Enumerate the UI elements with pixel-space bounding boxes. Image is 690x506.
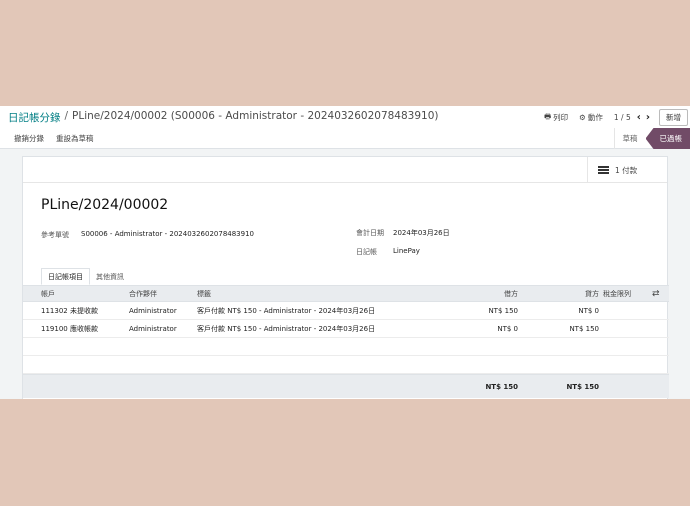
cell-debit: NT$ 0 bbox=[497, 325, 518, 333]
total-credit: NT$ 150 bbox=[566, 383, 599, 391]
journal-label: 日記帳 bbox=[356, 248, 377, 256]
header-account[interactable]: 帳戶 bbox=[41, 286, 55, 302]
cell-account: 119100 應收帳款 bbox=[41, 325, 98, 333]
form-view: 日記帳分錄 / PLine/2024/00002 (S00006 - Admin… bbox=[0, 106, 690, 399]
action-button[interactable]: ⚙ 動作 bbox=[579, 112, 603, 123]
reference-label: 參考單號 bbox=[41, 231, 69, 239]
accounting-date-value: 2024年03月26日 bbox=[393, 229, 450, 237]
print-label: 列印 bbox=[553, 112, 569, 122]
notebook-tabs: 日記帳項目 其他資訊 bbox=[41, 268, 130, 285]
gear-icon: ⚙ bbox=[579, 112, 586, 122]
form-sheet: 1 付款 PLine/2024/00002 參考單號 S00006 - Admi… bbox=[22, 156, 669, 399]
printer-icon: 🖶 bbox=[544, 111, 552, 121]
cell-credit: NT$ 150 bbox=[569, 325, 599, 333]
header-tax-grid[interactable]: 稅金限列 bbox=[603, 286, 631, 302]
reference-value: S00006 - Administrator - 202403260207848… bbox=[81, 230, 255, 238]
print-button[interactable]: 🖶 列印 bbox=[544, 111, 568, 124]
header-credit[interactable]: 貸方 bbox=[521, 286, 599, 302]
status-posted[interactable]: 已過帳 bbox=[645, 128, 690, 149]
tab-journal-items[interactable]: 日記帳項目 bbox=[41, 268, 90, 285]
cell-label: 客戶付款 NT$ 150 - Administrator - 2024年03月2… bbox=[197, 307, 376, 315]
header-partner[interactable]: 合作夥伴 bbox=[129, 286, 157, 302]
cell-credit: NT$ 0 bbox=[578, 307, 599, 315]
cell-partner: Administrator bbox=[129, 307, 177, 315]
table-row-empty bbox=[23, 338, 669, 356]
status-draft[interactable]: 草稿 bbox=[613, 128, 646, 149]
accounting-date-label: 會計日期 bbox=[356, 229, 384, 237]
cell-debit: NT$ 150 bbox=[488, 307, 518, 315]
table-row[interactable]: 111302 未提收款 Administrator 客戶付款 NT$ 150 -… bbox=[23, 302, 669, 320]
pager-next-icon[interactable]: › bbox=[646, 112, 650, 123]
header-label[interactable]: 標籤 bbox=[197, 286, 211, 302]
table-row[interactable]: 119100 應收帳款 Administrator 客戶付款 NT$ 150 -… bbox=[23, 320, 669, 338]
table-row-empty bbox=[23, 356, 669, 374]
reset-to-draft-button[interactable]: 重設為草稿 bbox=[56, 133, 94, 144]
table-footer-totals: NT$ 150 NT$ 150 bbox=[23, 374, 669, 398]
record-title: PLine/2024/00002 bbox=[41, 197, 169, 213]
action-label: 動作 bbox=[587, 112, 603, 122]
cell-label: 客戶付款 NT$ 150 - Administrator - 2024年03月2… bbox=[197, 325, 376, 333]
total-debit: NT$ 150 bbox=[485, 383, 518, 391]
control-panel-right: 🖶 列印 ⚙ 動作 1 / 5 ‹ › 新增 bbox=[544, 106, 690, 128]
breadcrumb: 日記帳分錄 / PLine/2024/00002 (S00006 - Admin… bbox=[8, 110, 439, 125]
control-panel-bottom: 撤銷分錄 重設為草稿 草稿 已過帳 bbox=[0, 128, 690, 149]
payments-stat-label: 1 付款 bbox=[615, 165, 638, 175]
breadcrumb-separator: / bbox=[64, 109, 69, 122]
header-debit[interactable]: 借方 bbox=[438, 286, 518, 302]
pager-value[interactable]: 1 / 5 bbox=[614, 113, 631, 122]
button-box: 1 付款 bbox=[23, 157, 667, 183]
tab-other-info[interactable]: 其他資訊 bbox=[90, 268, 130, 285]
payments-stat-button[interactable]: 1 付款 bbox=[587, 157, 667, 183]
table-header: 帳戶 合作夥伴 標籤 借方 貸方 稅金限列 ⇄ bbox=[23, 285, 669, 302]
cell-account: 111302 未提收款 bbox=[41, 307, 98, 315]
control-panel-top: 日記帳分錄 / PLine/2024/00002 (S00006 - Admin… bbox=[0, 106, 690, 128]
new-button[interactable]: 新增 bbox=[659, 108, 688, 126]
statusbar: 草稿 已過帳 bbox=[613, 128, 690, 149]
list-icon bbox=[598, 166, 609, 174]
cell-partner: Administrator bbox=[129, 325, 177, 333]
breadcrumb-parent-link[interactable]: 日記帳分錄 bbox=[8, 110, 61, 125]
breadcrumb-current: PLine/2024/00002 (S00006 - Administrator… bbox=[72, 109, 439, 122]
journal-items-table: 帳戶 合作夥伴 標籤 借方 貸方 稅金限列 ⇄ 111302 未提收款 Admi… bbox=[23, 285, 669, 398]
pager-previous-icon[interactable]: ‹ bbox=[637, 112, 641, 123]
reverse-entry-button[interactable]: 撤銷分錄 bbox=[14, 133, 44, 144]
column-settings-icon[interactable]: ⇄ bbox=[652, 286, 660, 302]
journal-value: LinePay bbox=[393, 247, 420, 255]
